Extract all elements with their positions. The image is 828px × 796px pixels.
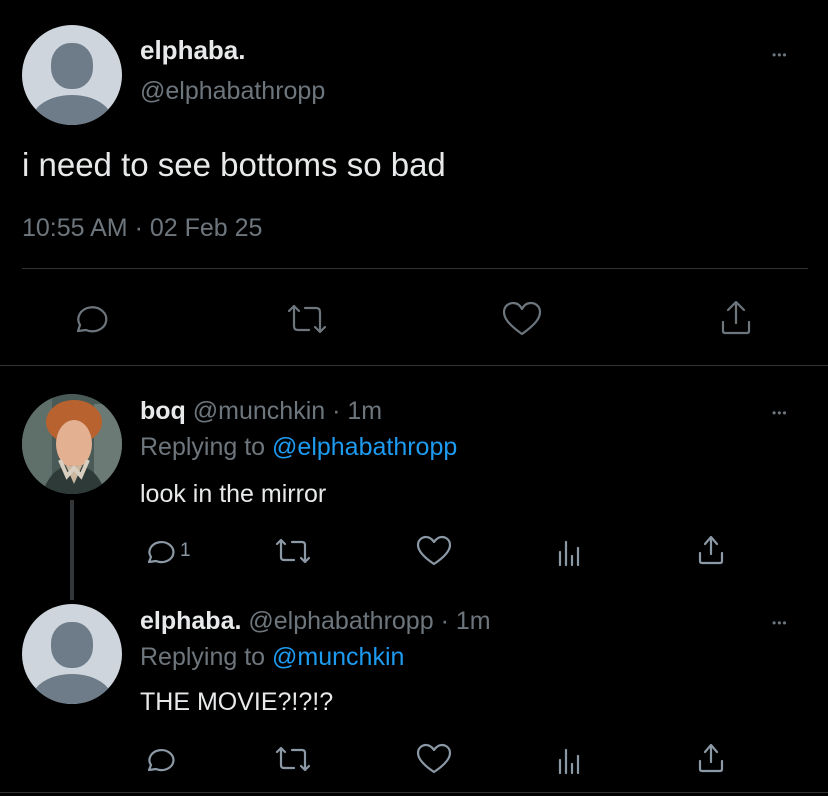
reply-icon[interactable] — [70, 300, 110, 338]
replying-to-line: Replying to @elphabathropp — [140, 433, 457, 462]
reply-icon[interactable] — [143, 743, 177, 775]
replying-to-link[interactable]: @munchkin — [272, 643, 404, 671]
retweet-icon[interactable] — [273, 744, 313, 774]
reply-time[interactable]: · 1m — [441, 607, 491, 635]
reply-more-button[interactable]: ••• — [772, 617, 788, 629]
reply-handle[interactable]: @munchkin — [193, 397, 325, 425]
reply-handle[interactable]: @elphabathropp — [248, 607, 433, 635]
reply-icon[interactable] — [143, 535, 177, 567]
reply-display-name[interactable]: elphaba. — [140, 607, 241, 635]
retweet-icon[interactable] — [285, 302, 329, 336]
replying-to-link[interactable]: @elphabathropp — [272, 433, 457, 461]
replying-to-prefix: Replying to — [140, 643, 273, 671]
main-tweet-handle[interactable]: @elphabathropp — [140, 77, 325, 106]
replying-to-prefix: Replying to — [140, 433, 273, 461]
views-icon[interactable] — [556, 538, 582, 568]
reply-avatar-photo[interactable] — [22, 394, 122, 494]
thread-line — [70, 500, 74, 600]
main-tweet-divider — [22, 268, 808, 269]
reply-text: THE MOVIE?!?!? — [140, 688, 334, 716]
main-tweet-timestamp[interactable]: 10:55 AM · 02 Feb 25 — [22, 214, 262, 243]
like-icon[interactable] — [415, 743, 453, 775]
share-icon[interactable] — [694, 533, 728, 567]
like-icon[interactable] — [415, 535, 453, 567]
reply-avatar-default[interactable] — [22, 604, 122, 704]
bottom-divider — [0, 792, 828, 793]
share-icon[interactable] — [716, 298, 756, 338]
share-icon[interactable] — [694, 741, 728, 775]
reply-time[interactable]: · 1m — [332, 397, 382, 425]
main-tweet-avatar[interactable] — [22, 25, 122, 125]
reply-header: elphaba. @elphabathropp · 1m — [140, 607, 491, 636]
reply-count: 1 — [180, 540, 191, 561]
reply-more-button[interactable]: ••• — [772, 407, 788, 419]
main-tweet-more-button[interactable]: ••• — [772, 49, 788, 61]
reply-display-name[interactable]: boq — [140, 397, 186, 425]
main-tweet-display-name[interactable]: elphaba. — [140, 35, 245, 66]
reply-text: look in the mirror — [140, 480, 327, 508]
replying-to-line: Replying to @munchkin — [140, 643, 404, 672]
views-icon[interactable] — [556, 746, 582, 776]
retweet-icon[interactable] — [273, 536, 313, 566]
like-icon[interactable] — [500, 300, 544, 338]
main-tweet-text: i need to see bottoms so bad — [22, 146, 446, 183]
actions-divider — [0, 365, 828, 366]
reply-header: boq @munchkin · 1m — [140, 397, 382, 426]
